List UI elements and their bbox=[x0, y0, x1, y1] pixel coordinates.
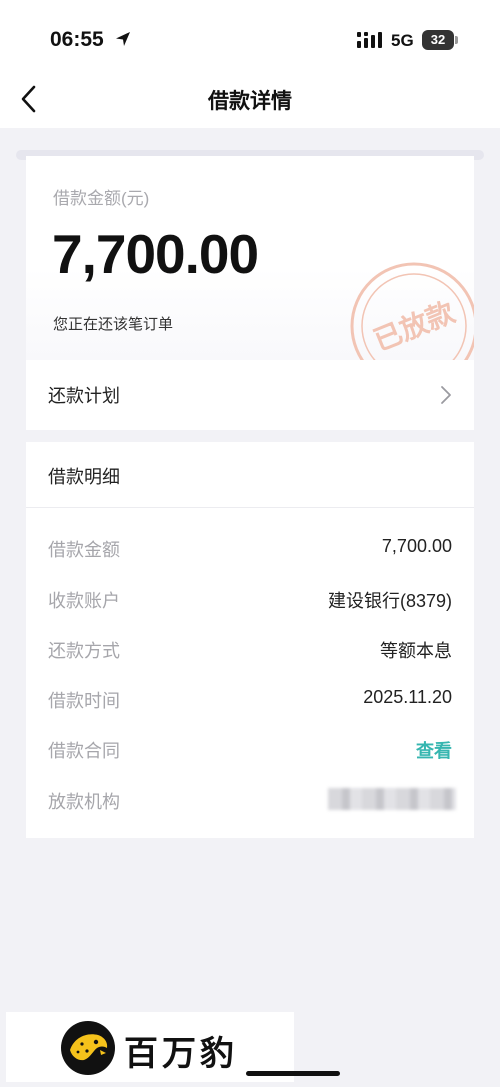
blurred-lender-value bbox=[328, 788, 456, 810]
status-bar: 06:55 5G 32 bbox=[0, 0, 500, 72]
detail-row-lender: 放款机构 bbox=[26, 774, 474, 824]
row-value: 7,700.00 bbox=[381, 536, 452, 556]
row-label: 借款合同 bbox=[48, 741, 120, 761]
stamp-text: 已放款 bbox=[369, 295, 460, 357]
row-value: 2025.11.20 bbox=[363, 687, 452, 707]
chevron-right-icon bbox=[441, 386, 451, 404]
detail-row-contract: 借款合同 查看 bbox=[26, 723, 474, 773]
repayment-plan-label: 还款计划 bbox=[48, 386, 120, 406]
battery-level: 32 bbox=[430, 32, 446, 47]
row-value: 等额本息 bbox=[380, 641, 452, 661]
row-value: 建设银行(8379) bbox=[327, 591, 452, 611]
brand-name: 百万豹 bbox=[124, 1034, 238, 1074]
detail-row-account: 收款账户 建设银行(8379) bbox=[26, 573, 474, 623]
amount-label: 借款金额(元) bbox=[53, 189, 150, 208]
battery-tip bbox=[455, 36, 458, 44]
repayment-plan-row[interactable]: 还款计划 bbox=[26, 360, 474, 430]
detail-row-amount: 借款金额 7,700.00 bbox=[26, 522, 474, 572]
amount-value: 7,700.00 bbox=[52, 223, 259, 285]
view-contract-link[interactable]: 查看 bbox=[416, 737, 452, 763]
details-title: 借款明细 bbox=[48, 467, 120, 487]
battery-icon: 32 bbox=[422, 30, 454, 50]
row-label: 还款方式 bbox=[48, 641, 120, 661]
details-header: 借款明细 bbox=[26, 442, 474, 508]
network-label: 5G bbox=[391, 31, 414, 50]
nav-bar: 借款详情 bbox=[0, 72, 500, 128]
disbursed-stamp: 已放款 bbox=[350, 262, 474, 360]
row-label: 收款账户 bbox=[48, 591, 120, 611]
home-indicator bbox=[246, 1071, 340, 1076]
loan-details-card: 借款明细 借款金额 7,700.00 收款账户 建设银行(8379) 还款方式 … bbox=[26, 442, 474, 838]
status-time: 06:55 bbox=[50, 28, 104, 51]
detail-row-loan-date: 借款时间 2025.11.20 bbox=[26, 673, 474, 723]
row-label: 借款金额 bbox=[48, 540, 120, 560]
page-title: 借款详情 bbox=[208, 90, 292, 113]
row-label: 放款机构 bbox=[48, 792, 120, 812]
location-arrow-icon bbox=[116, 32, 130, 46]
leopard-logo-icon bbox=[61, 1021, 115, 1075]
detail-row-repayment-method: 还款方式 等额本息 bbox=[26, 623, 474, 673]
loan-amount-card: 借款金额(元) 7,700.00 您正在还该笔订单 已放款 bbox=[26, 156, 474, 360]
row-label: 借款时间 bbox=[48, 691, 120, 711]
amount-note: 您正在还该笔订单 bbox=[53, 316, 174, 333]
cellular-signal-icon bbox=[357, 32, 382, 48]
